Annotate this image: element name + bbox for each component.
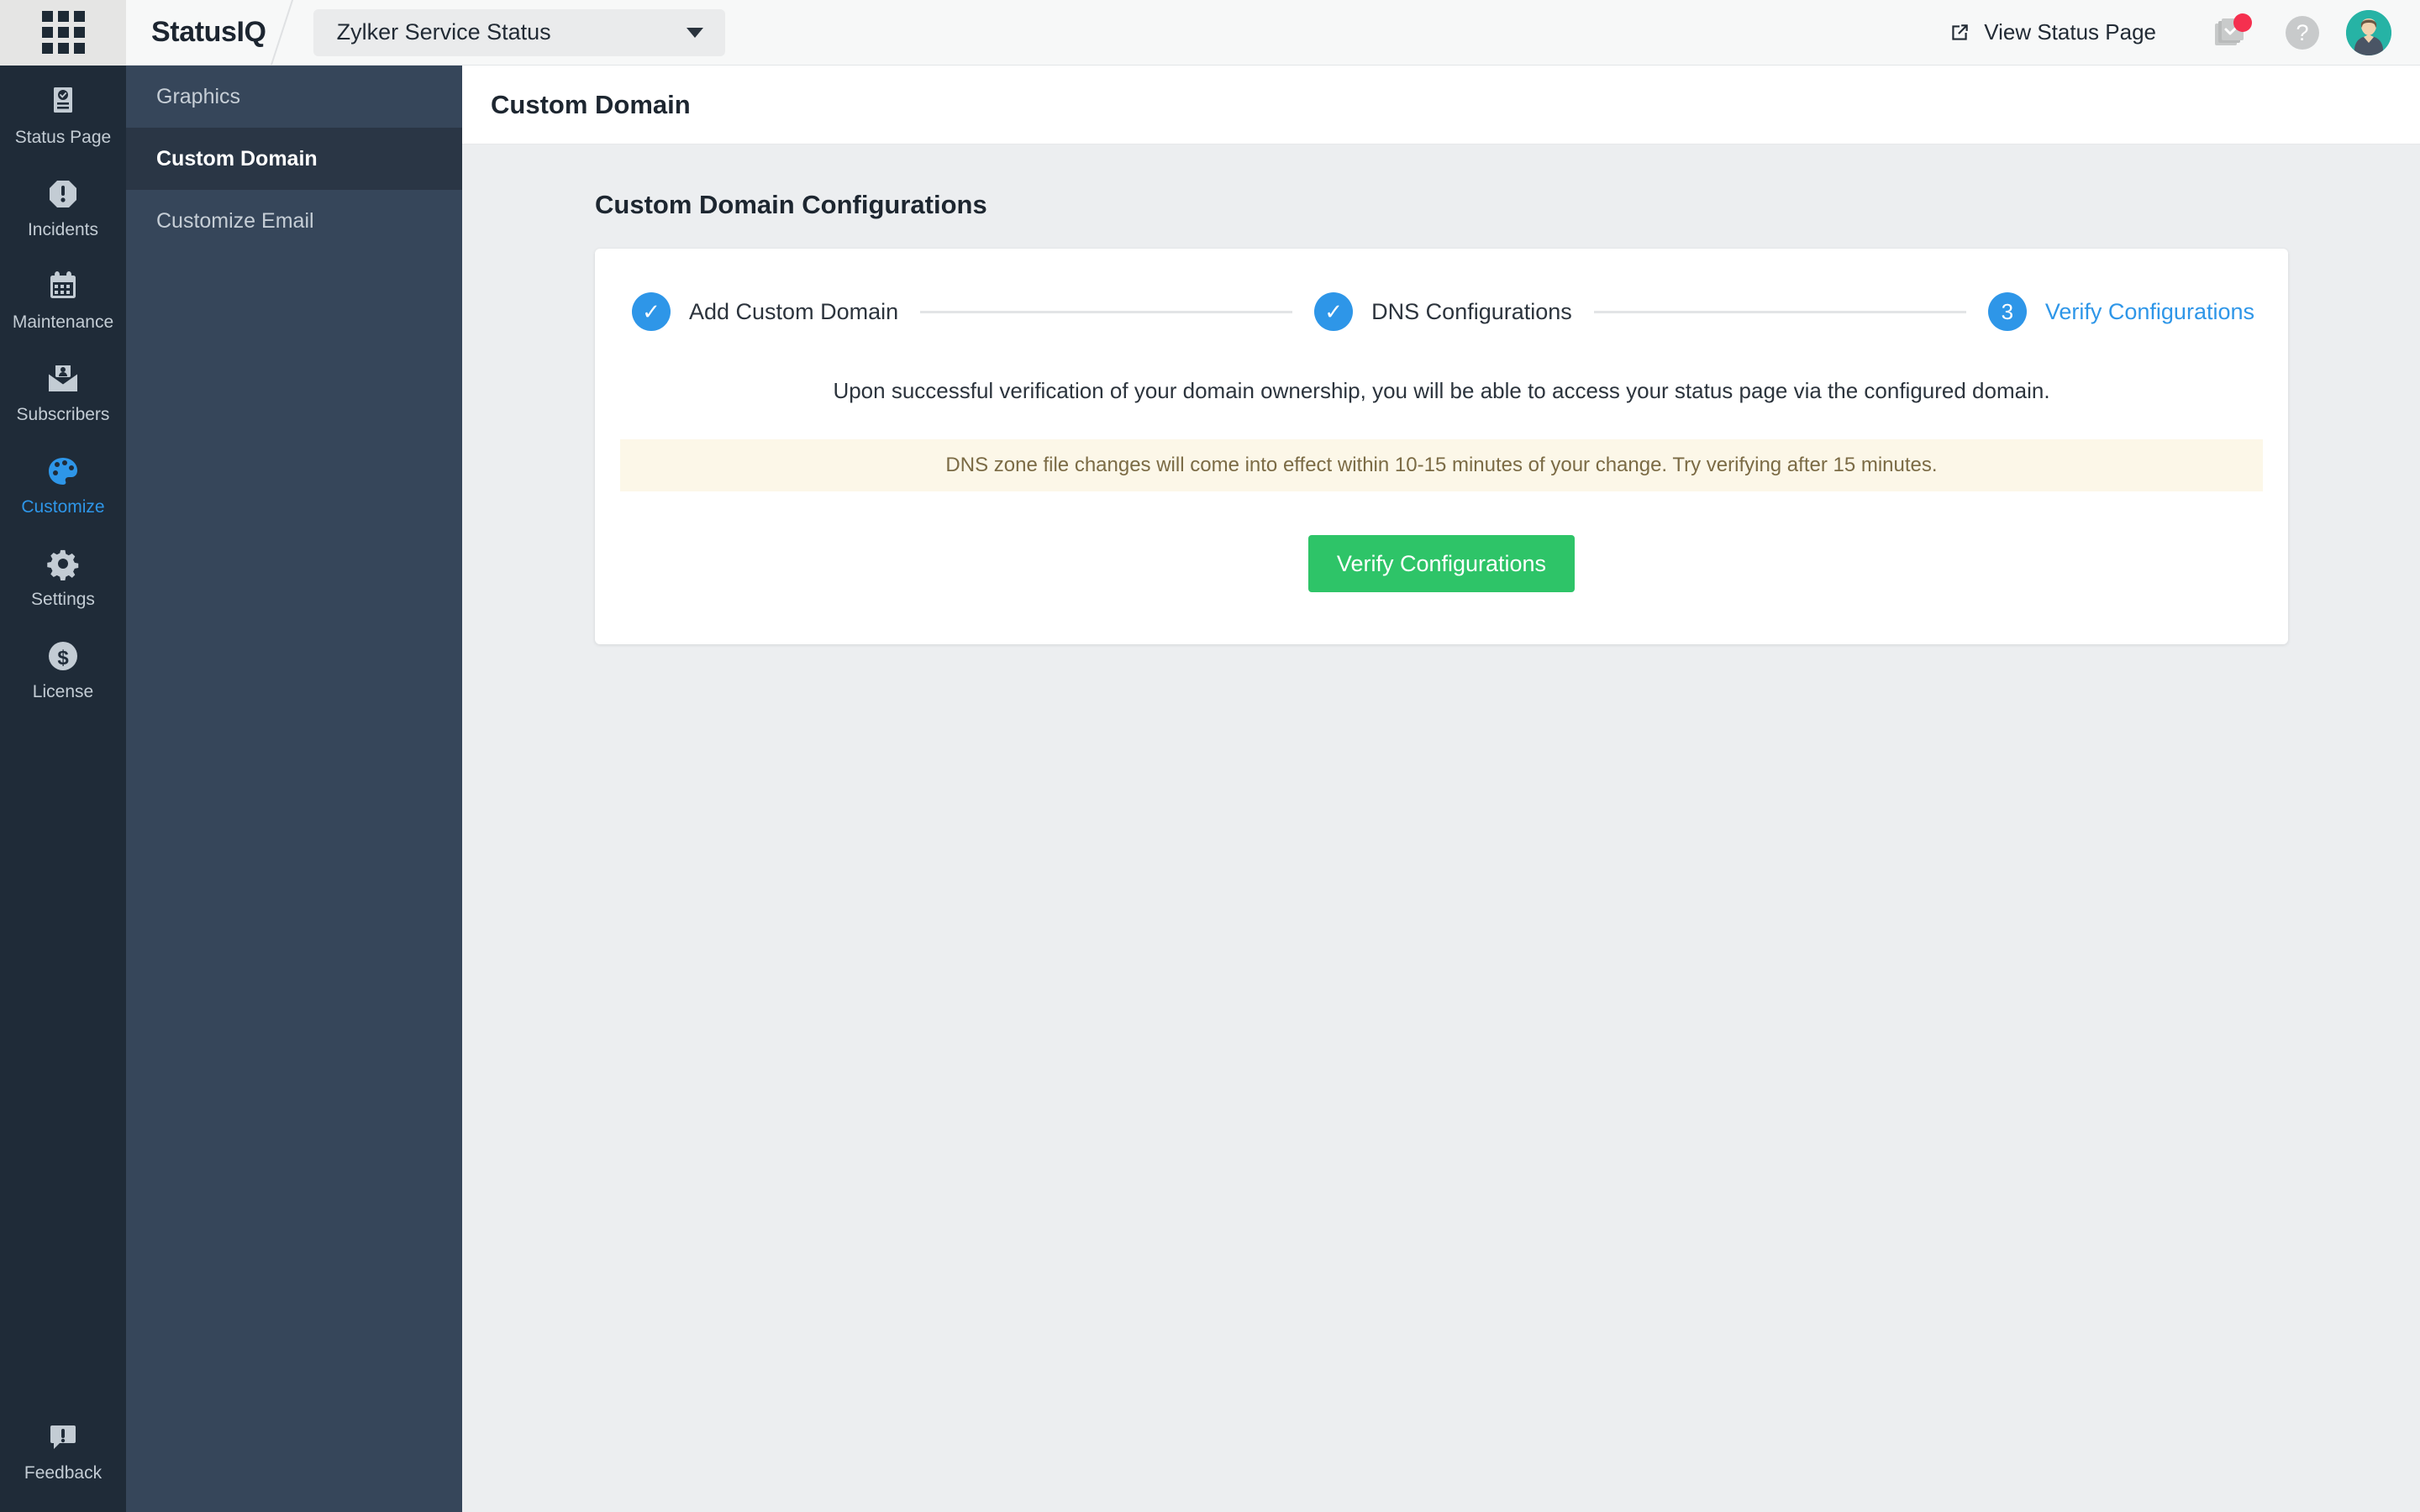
sidebar-item-subscribers[interactable]: Subscribers [0, 343, 126, 435]
help-button[interactable]: ? [2272, 0, 2333, 66]
apps-grid-icon [41, 11, 85, 54]
organization-selector[interactable]: Zylker Service Status [313, 8, 725, 56]
customize-icon [44, 452, 82, 491]
verification-description: Upon successful verification of your dom… [833, 378, 2050, 403]
content-area: Custom Domain Configurations ✓ Add Custo… [462, 144, 2420, 644]
step-connector [1593, 310, 1966, 313]
maintenance-icon [44, 267, 82, 306]
sidebar-item-label: Feedback [24, 1463, 103, 1483]
sidebar-item-settings[interactable]: Settings [0, 528, 126, 620]
sidebar-bottom: Feedback [0, 1401, 126, 1494]
license-icon: $ [44, 637, 82, 675]
incidents-icon [44, 175, 82, 213]
step-label: DNS Configurations [1371, 298, 1572, 324]
avatar[interactable] [2346, 9, 2391, 55]
primary-sidebar: Status Page Incidents Maintenance Subscr… [0, 66, 126, 1512]
notification-badge [2233, 13, 2252, 32]
view-status-page-label: View Status Page [1984, 19, 2156, 45]
sidebar-item-feedback[interactable]: Feedback [0, 1401, 126, 1494]
sidebar-item-customize[interactable]: Customize [0, 435, 126, 528]
verify-button-container: Verify Configurations [595, 535, 2288, 592]
step-dns-configurations[interactable]: ✓ DNS Configurations [1314, 292, 1572, 331]
sidebar-item-label: Settings [31, 590, 95, 609]
organization-name: Zylker Service Status [336, 19, 551, 45]
sidebar-item-label: Incidents [27, 220, 99, 239]
step-connector [920, 310, 1293, 313]
chevron-down-icon [686, 27, 703, 38]
main-content: Custom Domain Custom Domain Configuratio… [462, 66, 2420, 1512]
step-complete-check-icon: ✓ [632, 292, 671, 331]
help-icon: ? [2286, 15, 2319, 50]
apps-launcher-button[interactable] [0, 0, 126, 66]
notifications-button[interactable] [2200, 0, 2260, 66]
dns-propagation-notice: DNS zone file changes will come into eff… [620, 439, 2263, 491]
subnav-item-custom-domain[interactable]: Custom Domain [126, 128, 462, 190]
page-title: Custom Domain [491, 89, 691, 119]
verify-configurations-button[interactable]: Verify Configurations [1307, 535, 1576, 592]
header-actions: View Status Page ? [1949, 0, 2420, 66]
sidebar-item-label: Subscribers [16, 405, 110, 424]
status-page-icon [44, 82, 82, 121]
step-complete-check-icon: ✓ [1314, 292, 1354, 331]
top-header-bar: StatusIQ Zylker Service Status View Stat… [0, 0, 2420, 66]
subnav-item-customize-email[interactable]: Customize Email [126, 190, 462, 252]
settings-icon [44, 544, 82, 583]
feedback-icon [44, 1418, 82, 1457]
view-status-page-link[interactable]: View Status Page [1949, 19, 2156, 45]
subnav-item-graphics[interactable]: Graphics [126, 66, 462, 128]
custom-domain-card: ✓ Add Custom Domain ✓ DNS Configurations… [595, 249, 2288, 644]
user-avatar-icon [2346, 9, 2391, 55]
step-number-badge: 3 [1987, 292, 2027, 331]
sidebar-item-label: License [32, 682, 94, 701]
step-add-custom-domain[interactable]: ✓ Add Custom Domain [632, 292, 898, 331]
sidebar-item-label: Status Page [14, 128, 112, 147]
secondary-sidebar: Graphics Custom Domain Customize Email [126, 66, 462, 1512]
configuration-stepper: ✓ Add Custom Domain ✓ DNS Configurations… [595, 292, 2288, 331]
svg-text:?: ? [2296, 20, 2308, 45]
subscribers-icon [44, 360, 82, 398]
sidebar-item-label: Maintenance [12, 312, 114, 332]
step-verify-configurations[interactable]: 3 Verify Configurations [1987, 292, 2254, 331]
step-label: Verify Configurations [2044, 298, 2254, 324]
section-title: Custom Domain Configurations [595, 190, 987, 219]
sidebar-item-maintenance[interactable]: Maintenance [0, 250, 126, 343]
sidebar-item-label: Customize [21, 497, 105, 517]
sidebar-item-status-page[interactable]: Status Page [0, 66, 126, 158]
sidebar-item-incidents[interactable]: Incidents [0, 158, 126, 250]
page-header: Custom Domain [462, 66, 2420, 144]
product-brand[interactable]: StatusIQ [151, 16, 266, 49]
brand-divider [275, 0, 312, 66]
sidebar-item-license[interactable]: $ License [0, 620, 126, 712]
step-label: Add Custom Domain [689, 298, 899, 324]
svg-text:$: $ [57, 647, 69, 669]
external-link-icon [1949, 22, 1970, 44]
